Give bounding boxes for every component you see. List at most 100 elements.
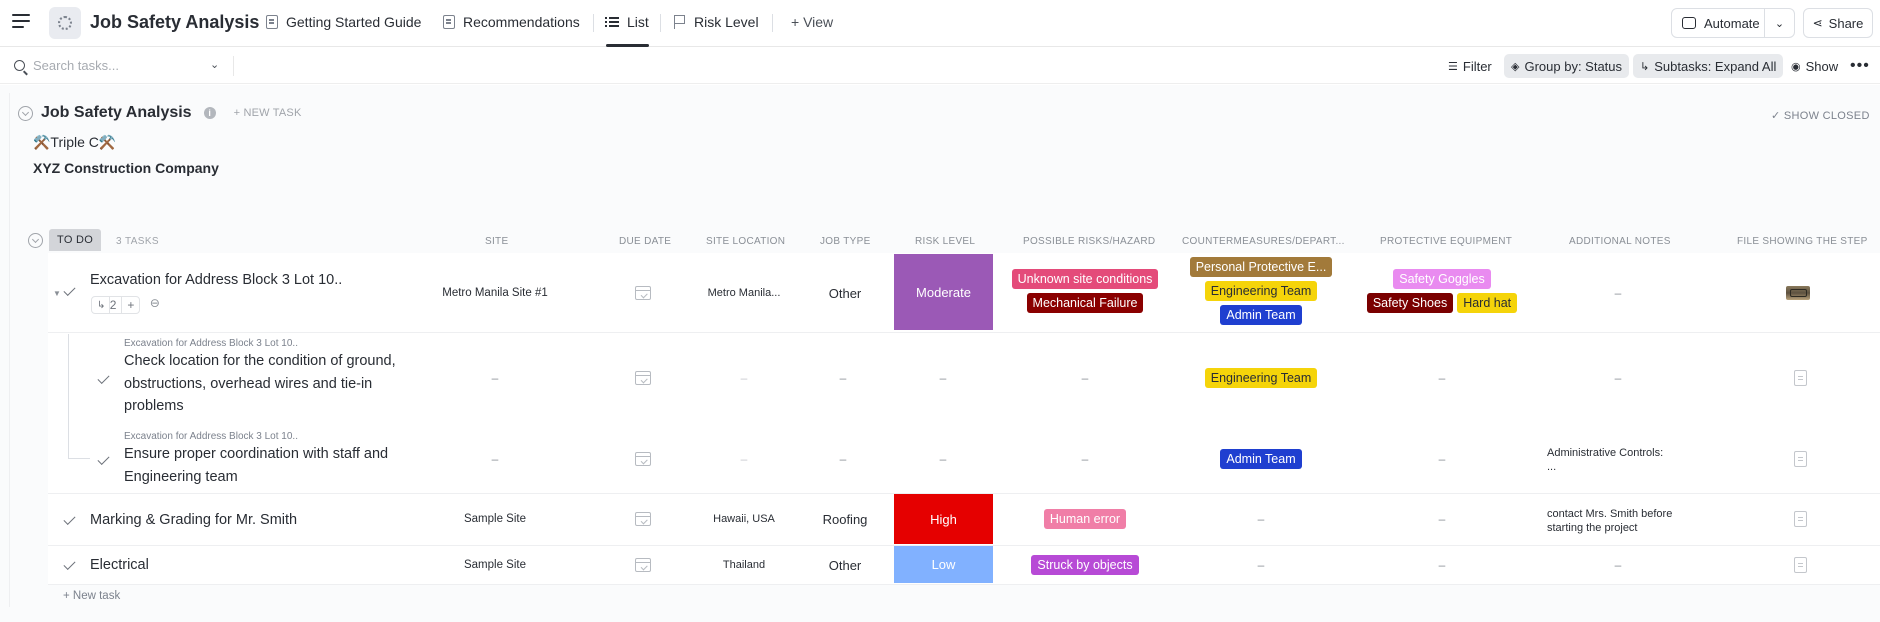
column-header-site[interactable]: SITE <box>485 236 508 247</box>
hazard-cell[interactable]: – <box>1070 334 1100 422</box>
countermeasure-tag[interactable]: Engineering Team <box>1204 281 1318 301</box>
column-header-possible-risks[interactable]: POSSIBLE RISKS/HAZARD <box>1023 236 1155 247</box>
chevron-down-icon[interactable]: ⌄ <box>210 58 219 71</box>
countermeasure-cell[interactable]: – <box>1246 546 1276 584</box>
equipment-cell[interactable]: Safety Goggles <box>1370 268 1514 290</box>
column-header-due-date[interactable]: DUE DATE <box>619 236 671 247</box>
site-cell[interactable]: – <box>480 424 510 494</box>
task-name[interactable]: Electrical <box>90 554 149 577</box>
notes-cell[interactable]: Administrative Controls: ... <box>1547 446 1663 474</box>
hazard-cell[interactable]: Human error <box>1005 508 1165 530</box>
countermeasure-cell[interactable]: Admin Team <box>1190 448 1332 470</box>
search-box[interactable] <box>14 58 224 73</box>
due-date-cell[interactable] <box>630 546 656 584</box>
tab-risk-level[interactable]: Risk Level <box>674 14 759 30</box>
site-location-cell[interactable]: Thailand <box>700 546 788 584</box>
task-name[interactable]: Excavation for Address Block 3 Lot 10.. <box>90 269 342 292</box>
risk-level-cell[interactable]: – <box>928 424 958 494</box>
equipment-cell[interactable]: Safety Shoes Hard hat <box>1366 292 1518 314</box>
show-closed-button[interactable]: ✓ SHOW CLOSED <box>1771 109 1870 122</box>
search-input[interactable] <box>33 58 193 73</box>
notes-cell[interactable]: – <box>1600 254 1636 332</box>
task-name[interactable]: Marking & Grading for Mr. Smith <box>90 509 297 532</box>
countermeasure-cell[interactable]: Engineering Team <box>1190 367 1332 389</box>
job-type-cell[interactable]: Other <box>805 254 885 332</box>
hazard-cell[interactable]: Unknown site conditions <box>1005 268 1165 290</box>
hazard-cell[interactable]: Mechanical Failure <box>1005 292 1165 314</box>
add-subtask-icon[interactable]: + <box>121 297 139 313</box>
risk-level-cell[interactable]: Low <box>894 546 993 583</box>
file-icon[interactable] <box>1793 451 1807 467</box>
hazard-tag[interactable]: Struck by objects <box>1031 555 1139 575</box>
subtask-count-badge[interactable]: ↳ 2 + <box>91 296 141 314</box>
share-button[interactable]: ⋖ Share <box>1803 8 1873 38</box>
countermeasure-cell[interactable]: Admin Team <box>1190 304 1332 326</box>
add-task-button[interactable]: + New task <box>63 590 120 602</box>
new-task-button[interactable]: + NEW TASK <box>234 107 302 119</box>
due-date-cell[interactable] <box>630 424 656 494</box>
column-header-countermeasures[interactable]: COUNTERMEASURES/DEPART... <box>1182 236 1345 247</box>
file-icon[interactable] <box>1793 557 1807 573</box>
file-cell[interactable] <box>1790 546 1810 584</box>
site-cell[interactable]: Sample Site <box>430 494 560 544</box>
due-date-cell[interactable] <box>630 494 656 544</box>
tab-recommendations[interactable]: Recommendations <box>443 14 580 30</box>
equipment-cell[interactable]: – <box>1427 546 1457 584</box>
risk-level-cell[interactable]: Moderate <box>894 254 993 330</box>
list-avatar-icon[interactable] <box>49 7 81 39</box>
file-icon[interactable] <box>1793 370 1807 386</box>
column-header-risk-level[interactable]: RISK LEVEL <box>915 236 975 247</box>
hazard-tag[interactable]: Unknown site conditions <box>1011 269 1159 289</box>
due-date-cell[interactable] <box>630 334 656 422</box>
notes-cell[interactable]: contact Mrs. Smith before starting the p… <box>1547 507 1672 535</box>
tab-getting-started-guide[interactable]: Getting Started Guide <box>266 14 421 30</box>
hazard-tag[interactable]: Human error <box>1043 509 1127 529</box>
countermeasure-tag[interactable]: Admin Team <box>1220 305 1302 325</box>
subtasks-button[interactable]: ↳ Subtasks: Expand All <box>1633 54 1784 78</box>
automate-button[interactable]: Automate ⌄ <box>1671 8 1795 38</box>
equipment-tag[interactable]: Hard hat <box>1457 293 1518 313</box>
hazard-cell[interactable]: Struck by objects <box>1005 554 1165 576</box>
equipment-cell[interactable]: – <box>1427 334 1457 422</box>
add-view-button[interactable]: + View <box>791 14 833 30</box>
risk-level-cell[interactable]: – <box>928 334 958 422</box>
countermeasure-cell[interactable]: Engineering Team <box>1190 280 1332 302</box>
notes-cell[interactable]: – <box>1603 334 1633 422</box>
status-collapse-icon[interactable] <box>28 233 43 248</box>
site-location-cell[interactable]: – <box>729 334 759 422</box>
equipment-cell[interactable]: – <box>1427 424 1457 494</box>
chevron-down-icon[interactable]: ⌄ <box>1764 9 1794 37</box>
site-location-cell[interactable]: Hawaii, USA <box>700 494 788 544</box>
equipment-tag[interactable]: Safety Goggles <box>1393 269 1491 289</box>
task-name[interactable]: Check location for the condition of grou… <box>124 350 414 418</box>
file-cell[interactable] <box>1790 424 1810 494</box>
tab-list[interactable]: List <box>605 14 649 30</box>
group-by-button[interactable]: ◈ Group by: Status <box>1504 54 1630 78</box>
job-type-cell[interactable]: – <box>828 424 858 494</box>
due-date-cell[interactable] <box>630 254 656 332</box>
site-cell[interactable]: Sample Site <box>430 546 560 584</box>
task-name[interactable]: Ensure proper coordination with staff an… <box>124 443 414 488</box>
equipment-tag[interactable]: Safety Shoes <box>1366 293 1454 313</box>
file-cell[interactable] <box>1782 254 1814 332</box>
column-header-site-location[interactable]: SITE LOCATION <box>706 236 785 247</box>
filter-button[interactable]: ☰ Filter <box>1441 54 1499 78</box>
hazard-tag[interactable]: Mechanical Failure <box>1026 293 1144 313</box>
more-options-icon[interactable]: ••• <box>1850 57 1870 75</box>
hazard-cell[interactable]: – <box>1070 424 1100 494</box>
info-icon[interactable]: i <box>203 107 216 119</box>
image-thumbnail-icon[interactable] <box>1786 286 1810 300</box>
job-type-cell[interactable]: Other <box>805 546 885 584</box>
job-type-cell[interactable]: – <box>828 334 858 422</box>
column-header-protective-equipment[interactable]: PROTECTIVE EQUIPMENT <box>1380 236 1512 247</box>
column-header-additional-notes[interactable]: ADDITIONAL NOTES <box>1569 236 1671 247</box>
notes-cell[interactable]: – <box>1603 546 1633 584</box>
site-location-cell[interactable]: – <box>729 424 759 494</box>
site-location-cell[interactable]: Metro Manila... <box>700 254 788 332</box>
equipment-cell[interactable]: – <box>1427 494 1457 544</box>
site-cell[interactable]: – <box>480 334 510 422</box>
file-icon[interactable] <box>1793 511 1807 527</box>
countermeasure-tag[interactable]: Engineering Team <box>1204 368 1318 388</box>
countermeasure-tag[interactable]: Admin Team <box>1220 449 1302 469</box>
countermeasure-tag[interactable]: Personal Protective E... <box>1189 257 1333 277</box>
